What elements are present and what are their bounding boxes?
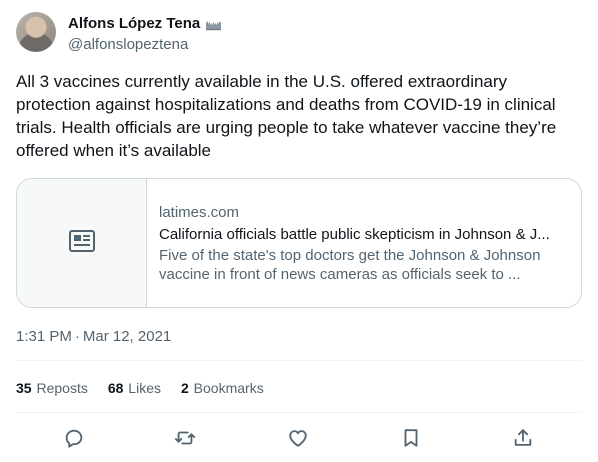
avatar[interactable] bbox=[16, 12, 56, 52]
author-name-row: Alfons López Tena bbox=[68, 14, 222, 33]
card-thumbnail bbox=[17, 179, 147, 307]
reposts-label: Reposts bbox=[36, 380, 88, 396]
timestamp-separator: · bbox=[74, 328, 80, 345]
card-description: Five of the state's top doctors get the … bbox=[159, 247, 541, 283]
action-bar bbox=[16, 423, 582, 455]
likes-count: 68 bbox=[107, 380, 124, 396]
timestamp-time[interactable]: 1:31 PM bbox=[16, 328, 72, 345]
card-title: California officials battle public skept… bbox=[159, 226, 550, 243]
divider bbox=[16, 360, 582, 361]
tweet-text: All 3 vaccines currently available in th… bbox=[16, 72, 557, 160]
like-icon[interactable] bbox=[287, 427, 309, 449]
timestamp-date[interactable]: Mar 12, 2021 bbox=[83, 328, 171, 345]
newspaper-icon bbox=[68, 229, 95, 257]
bookmark-icon[interactable] bbox=[400, 427, 422, 449]
bookmarks-count: 2 bbox=[180, 380, 189, 396]
card-domain: latimes.com bbox=[159, 204, 240, 221]
link-card[interactable]: latimes.com California officials battle … bbox=[16, 178, 582, 308]
engagement-stats: 35 Reposts 68 Likes 2 Bookmarks bbox=[16, 379, 264, 398]
author-handle[interactable]: @alfonslopeztena bbox=[68, 35, 188, 54]
bookmarks-label: Bookmarks bbox=[193, 380, 264, 396]
likes-label: Likes bbox=[128, 380, 161, 396]
share-icon[interactable] bbox=[512, 427, 534, 449]
card-body: latimes.com California officials battle … bbox=[147, 179, 581, 307]
reposts-count: 35 bbox=[16, 380, 32, 396]
reposts-stat[interactable]: 35 Reposts bbox=[16, 379, 88, 398]
bookmarks-stat[interactable]: 2 Bookmarks bbox=[181, 379, 264, 398]
timestamp[interactable]: 1:31 PM · Mar 12, 2021 bbox=[16, 327, 171, 346]
flag-icon bbox=[205, 18, 222, 30]
divider bbox=[16, 412, 582, 413]
repost-icon[interactable] bbox=[174, 427, 196, 449]
author-display-name[interactable]: Alfons López Tena bbox=[68, 14, 200, 33]
likes-stat[interactable]: 68 Likes bbox=[108, 379, 161, 398]
reply-icon[interactable] bbox=[63, 427, 85, 449]
